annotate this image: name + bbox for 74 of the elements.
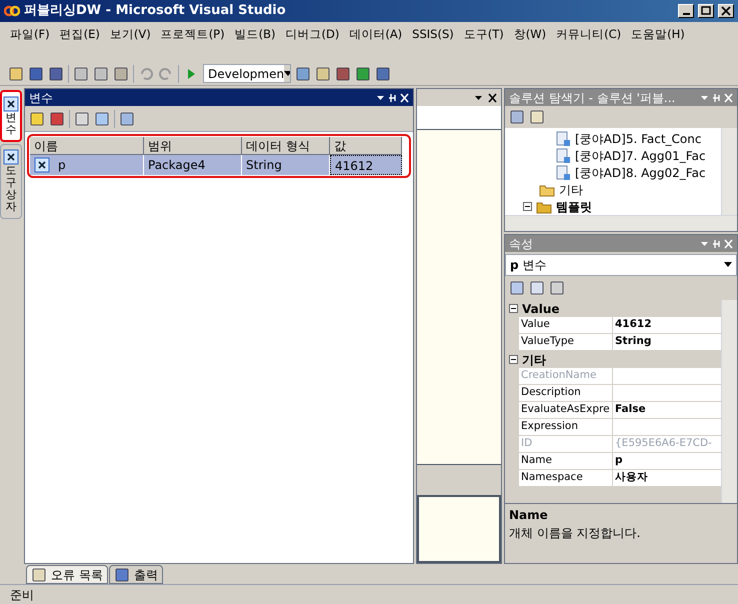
- property-name[interactable]: Description: [519, 385, 613, 402]
- column-header[interactable]: 값: [330, 137, 402, 155]
- bottom-tab[interactable]: 출력: [108, 565, 163, 584]
- bottom-tab[interactable]: 오류 목록: [26, 565, 108, 584]
- property-name[interactable]: ValueType: [519, 334, 613, 351]
- property-value[interactable]: 41612: [613, 317, 721, 334]
- panel-buttons-icon[interactable]: [377, 92, 409, 102]
- tab-icon: [3, 149, 19, 166]
- report-icon: [555, 164, 571, 180]
- tree-item[interactable]: 템플릿: [556, 198, 592, 215]
- menu-item[interactable]: 도움말(H): [629, 25, 687, 43]
- category-header: 기타: [522, 352, 546, 368]
- close-button[interactable]: [718, 4, 734, 18]
- property-value[interactable]: p: [613, 453, 721, 470]
- category-header: Value: [522, 300, 560, 318]
- property-name[interactable]: EvaluateAsExpre: [519, 402, 613, 419]
- menu-item[interactable]: SSIS(S): [410, 25, 456, 43]
- side-tab[interactable]: 변수: [0, 90, 22, 142]
- object-dropdown[interactable]: p 변수: [505, 254, 737, 276]
- menu-item[interactable]: 창(W): [512, 25, 548, 43]
- menu-item[interactable]: 보기(V): [108, 25, 153, 43]
- caret-icon[interactable]: [724, 262, 732, 268]
- property-name[interactable]: Name: [519, 453, 613, 470]
- property-name[interactable]: Namespace: [519, 470, 613, 487]
- menu-item[interactable]: 파일(F): [8, 25, 52, 43]
- tree-item[interactable]: [쿵야AD]7. Agg01_Fac: [575, 146, 706, 164]
- panel-title: 솔루션 탐색기 - 솔루션 '퍼블...: [509, 90, 676, 106]
- column-header[interactable]: 데이터 형식: [242, 137, 330, 155]
- tree-item[interactable]: [쿵야AD]5. Fact_Conc: [575, 130, 702, 148]
- collapse-icon[interactable]: [509, 355, 518, 364]
- tree-item[interactable]: 기타: [559, 180, 583, 198]
- description-text: 개체 이름을 지정합니다.: [509, 525, 642, 542]
- report-icon: [555, 148, 571, 164]
- maximize-icon: [701, 6, 711, 16]
- menu-item[interactable]: 디버그(D): [283, 25, 342, 43]
- minimize-icon: [682, 13, 690, 15]
- app-icon: [4, 4, 20, 18]
- vertical-scrollbar[interactable]: [721, 300, 737, 503]
- close-icon: [721, 6, 731, 16]
- panel-buttons-icon[interactable]: [475, 92, 497, 102]
- horizontal-scrollbar[interactable]: [505, 215, 737, 231]
- property-name[interactable]: Value: [519, 317, 613, 334]
- property-value[interactable]: String: [613, 334, 721, 351]
- property-value[interactable]: 사용자: [613, 470, 721, 487]
- tree-item[interactable]: [쿵야AD]8. Agg02_Fac: [575, 164, 706, 182]
- vertical-scrollbar[interactable]: [721, 128, 737, 215]
- table-cell: String: [242, 155, 330, 175]
- table-cell: p: [30, 155, 144, 175]
- status-text: 준비: [10, 586, 34, 604]
- column-header[interactable]: 이름: [30, 137, 144, 155]
- property-value[interactable]: False: [613, 402, 721, 419]
- menu-item[interactable]: 편집(E): [58, 25, 102, 43]
- panel-title: 속성: [509, 236, 534, 252]
- configuration-dropdown[interactable]: Developmen: [203, 64, 291, 83]
- column-header[interactable]: 범위: [144, 137, 242, 155]
- collapse-icon[interactable]: [509, 304, 518, 313]
- menu-item[interactable]: 도구(T): [462, 25, 506, 43]
- tab-icon: [3, 96, 19, 112]
- collapse-icon[interactable]: [523, 202, 532, 211]
- report-icon: [555, 130, 571, 146]
- panel-title: 변수: [29, 90, 54, 106]
- caret-icon[interactable]: [284, 70, 290, 76]
- menu-item[interactable]: 프로젝트(P): [158, 25, 227, 43]
- property-name[interactable]: Expression: [519, 419, 613, 436]
- maximize-button[interactable]: [698, 4, 714, 18]
- description-title: Name: [509, 507, 549, 524]
- table-cell[interactable]: 41612: [330, 155, 402, 175]
- side-tab[interactable]: 도구 상자: [0, 144, 22, 219]
- minimize-button[interactable]: [678, 4, 694, 18]
- table-cell: Package4: [144, 155, 242, 175]
- menu-item[interactable]: 데이터(A): [347, 25, 404, 43]
- menu-item[interactable]: 빌드(B): [232, 25, 278, 43]
- window-title: 퍼블리싱DW - Microsoft Visual Studio: [24, 2, 287, 20]
- menu-item[interactable]: 커뮤니티(C): [554, 25, 624, 43]
